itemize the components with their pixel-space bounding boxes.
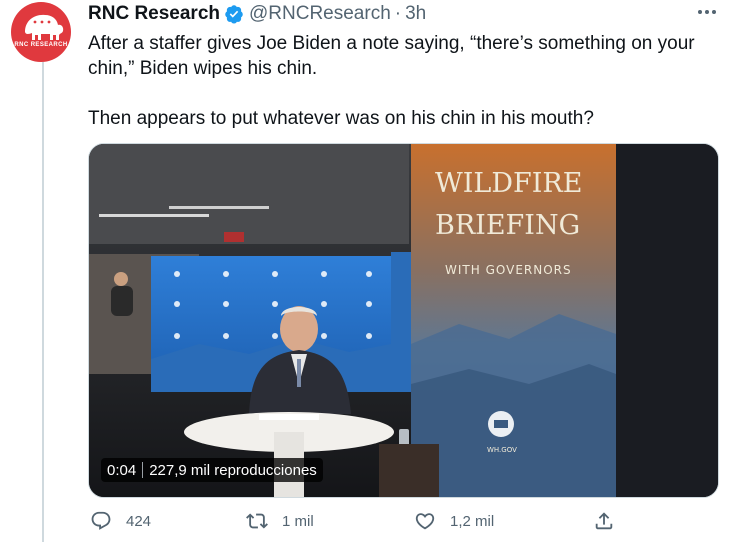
avatar[interactable]: RNC RESEARCH: [11, 2, 71, 62]
thread-line: [42, 62, 44, 542]
like-button[interactable]: 1,2 mil: [414, 510, 494, 532]
tweet-text: After a staffer gives Joe Biden a note s…: [88, 31, 708, 131]
separator-dot: ·: [394, 3, 402, 24]
share-button[interactable]: [593, 510, 629, 532]
reply-icon: [91, 511, 111, 530]
reply-count: 424: [126, 512, 152, 530]
heart-icon: [415, 513, 435, 530]
avatar-text: RNC RESEARCH: [14, 42, 68, 48]
video-player[interactable]: WILDFIRE BRIEFING WITH GOVERNORS WH.GOV: [88, 143, 719, 498]
tweet-actions: 424 1 mil 1,2 mil: [88, 510, 628, 540]
video-frame: WILDFIRE BRIEFING WITH GOVERNORS WH.GOV: [89, 144, 718, 497]
banner-title-line1: WILDFIRE: [435, 168, 582, 199]
tweet-text-paragraph: Then appears to put whatever was on his …: [88, 108, 594, 129]
more-options-icon[interactable]: [695, 2, 719, 22]
tweet-timestamp[interactable]: 3h: [405, 3, 426, 25]
retweet-icon: [246, 513, 268, 529]
banner-title-line2: BRIEFING: [435, 210, 580, 241]
verified-badge-icon: [225, 5, 243, 24]
retweet-count: 1 mil: [282, 512, 314, 530]
tweet-text-paragraph: After a staffer gives Joe Biden a note s…: [88, 33, 695, 79]
banner-subtitle: WITH GOVERNORS: [445, 263, 572, 277]
like-count: 1,2 mil: [450, 512, 495, 530]
elephant-logo-icon: [25, 14, 64, 40]
reply-button[interactable]: 424: [90, 510, 151, 532]
author-name[interactable]: RNC Research: [88, 3, 220, 25]
tweet-header: RNC Research @RNCResearch · 3h: [88, 2, 426, 26]
video-duration: 0:04: [107, 461, 137, 479]
banner-seal-text: WH.GOV: [487, 446, 517, 454]
badge-divider: [142, 462, 144, 478]
share-icon: [595, 512, 613, 530]
video-stats-badge: 0:04 227,9 mil reproducciones: [101, 458, 323, 482]
retweet-button[interactable]: 1 mil: [246, 510, 314, 532]
author-handle[interactable]: @RNCResearch: [249, 3, 391, 25]
video-views: 227,9 mil reproducciones: [149, 461, 317, 479]
